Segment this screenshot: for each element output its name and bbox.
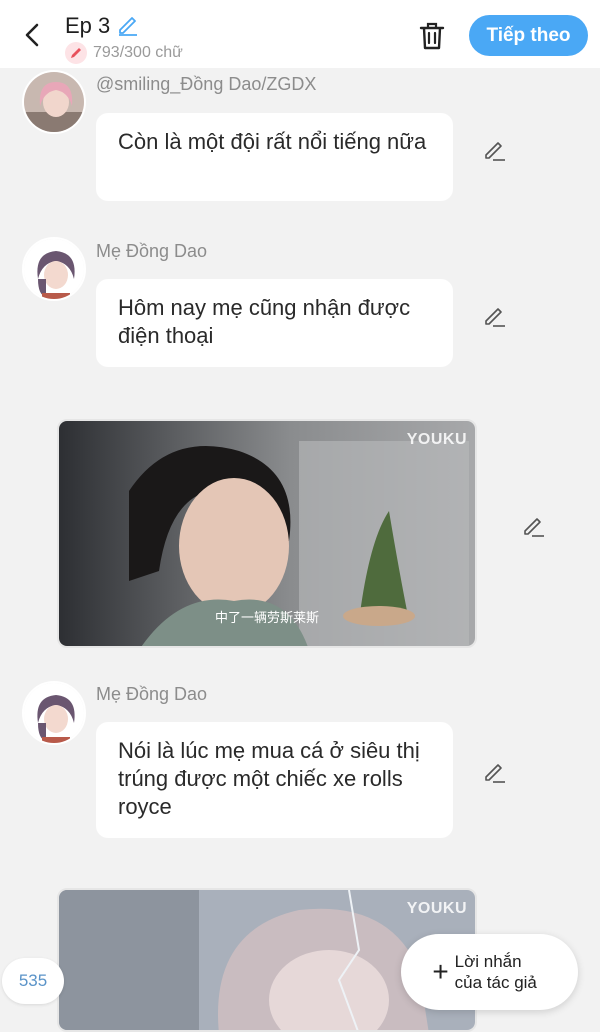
- sender-name: Mẹ Đồng Dao: [96, 684, 208, 704]
- message-bubble[interactable]: Nói là lúc mẹ mua cá ở siêu thị trúng đư…: [96, 722, 453, 838]
- pencil-icon: [485, 764, 505, 783]
- back-button[interactable]: [18, 20, 48, 50]
- author-note-label: Lời nhắn của tác giả: [454, 952, 537, 992]
- author-note-button[interactable]: + Lời nhắn của tác giả: [401, 934, 578, 1010]
- pencil-icon: [485, 308, 505, 327]
- edit-title-icon[interactable]: [116, 12, 140, 36]
- word-count: 793/300 chữ: [65, 42, 183, 64]
- video-subtitle: 中了一辆劳斯莱斯: [214, 611, 319, 626]
- sender-name: Mẹ Đồng Dao: [96, 241, 208, 261]
- chevron-left-icon: [25, 23, 39, 47]
- avatar[interactable]: [22, 237, 86, 301]
- pencil-icon: [65, 42, 87, 64]
- avatar[interactable]: [22, 70, 86, 134]
- trash-icon: [419, 22, 445, 50]
- video-frame[interactable]: YOUKU 中了一辆劳斯莱斯: [57, 419, 477, 648]
- counter-badge[interactable]: 535: [2, 958, 64, 1004]
- message-bubble[interactable]: Còn là một đội rất nổi tiếng nữa: [96, 113, 453, 201]
- video-watermark: YOUKU: [406, 431, 467, 448]
- message-bubble[interactable]: Hôm nay mẹ cũng nhận được điện thoại: [96, 279, 453, 367]
- pencil-icon: [524, 518, 544, 537]
- edit-media-button[interactable]: [520, 512, 546, 538]
- top-bar: Ep 3 793/300 chữ Tiếp theo: [0, 0, 600, 68]
- video-watermark: YOUKU: [406, 900, 467, 917]
- delete-button[interactable]: [416, 20, 448, 52]
- word-count-text: 793/300 chữ: [93, 44, 183, 61]
- plus-icon: +: [432, 956, 449, 987]
- next-button[interactable]: Tiếp theo: [469, 15, 588, 56]
- episode-title: Ep 3: [65, 13, 111, 38]
- sender-name: @smiling_Đồng Dao/ZGDX: [96, 74, 317, 94]
- edit-message-button[interactable]: [481, 302, 507, 328]
- avatar[interactable]: [22, 681, 86, 745]
- pencil-icon: [485, 142, 505, 161]
- edit-message-button[interactable]: [481, 758, 507, 784]
- edit-message-button[interactable]: [481, 136, 507, 162]
